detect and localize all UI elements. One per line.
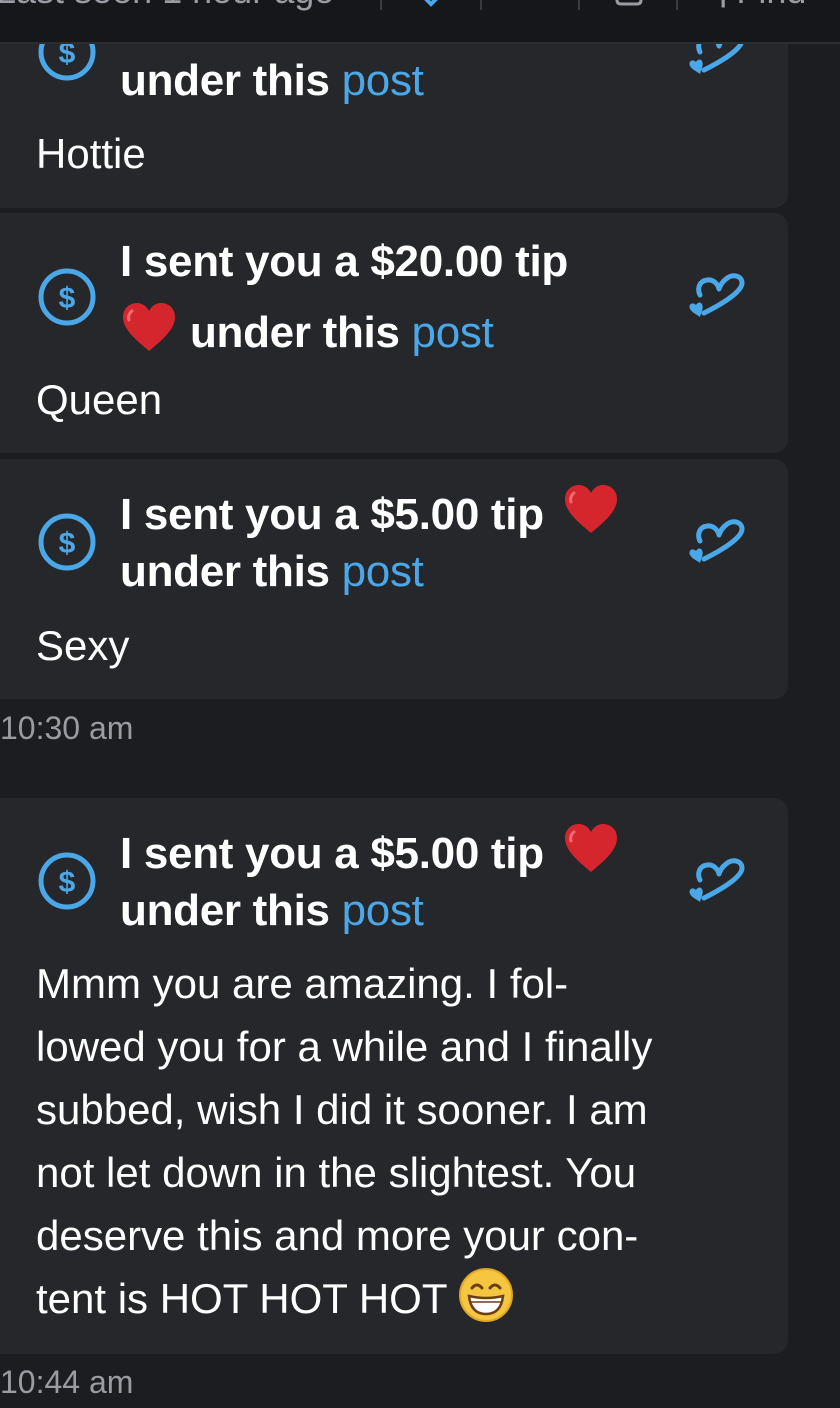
find-label: Find (736, 0, 806, 11)
comment-line: lowed you for a while and I finally (36, 1023, 653, 1070)
heart-outline-icon[interactable] (686, 519, 748, 569)
dollar-circle-icon (37, 851, 97, 911)
tip-line-2: under this post (120, 547, 424, 597)
post-link[interactable]: post (412, 308, 494, 357)
divider (480, 0, 482, 10)
tip-message-4: I sent you a $5.00 tip under this post M… (0, 798, 788, 1354)
tip-text: under this (120, 56, 342, 105)
tip-message-2: I sent you a $20.00 tip under this post … (0, 213, 788, 453)
red-heart-emoji (120, 301, 178, 355)
heart-outline-icon[interactable] (686, 858, 748, 908)
star-icon[interactable] (416, 0, 446, 10)
tip-text: under this (120, 547, 342, 596)
message-comment: Sexy (36, 622, 130, 669)
image-gallery-icon[interactable] (614, 0, 644, 10)
message-comment: Hottie (36, 130, 146, 177)
dollar-circle-icon (37, 512, 97, 572)
comment-line: tent is HOT HOT HOT (36, 1275, 447, 1322)
chat-header: Last seen 1 hour ago ⚲Find (0, 0, 840, 44)
divider (578, 0, 580, 10)
comment-line: subbed, wish I did it sooner. I am (36, 1086, 648, 1133)
comment-line: Mmm you are amazing. I fol- (36, 960, 569, 1007)
message-timestamp: 10:44 am (0, 1364, 134, 1400)
last-seen-status: Last seen 1 hour ago (0, 0, 334, 12)
message-comment: Queen (36, 376, 163, 423)
post-link[interactable]: post (342, 547, 424, 596)
tip-line-1: I sent you a $20.00 tip (120, 237, 568, 286)
tip-text: under this (189, 308, 412, 357)
tip-text: I sent you a $5.00 tip (120, 829, 544, 878)
tip-line-1: I sent you a $5.00 tip (120, 822, 620, 879)
bell-icon[interactable] (516, 0, 546, 10)
tip-text: under this (120, 886, 342, 935)
divider (380, 0, 382, 10)
tip-line-2: under this post (120, 886, 424, 936)
tip-message-3: I sent you a $5.00 tip under this post S… (0, 459, 788, 699)
comment-line-last: tent is HOT HOT HOT (36, 1267, 756, 1330)
message-comment: Mmm you are amazing. I fol- lowed you fo… (36, 952, 756, 1330)
red-heart-emoji (562, 483, 620, 537)
search-icon: ⚲ (710, 0, 736, 11)
post-link[interactable]: post (342, 56, 424, 105)
tip-line-1: I sent you a $5.00 tip (120, 483, 620, 540)
dollar-circle-icon (37, 267, 97, 327)
chat-feed: under this post Hottie I sent you a $20.… (0, 0, 840, 1408)
message-timestamp: 10:30 am (0, 710, 134, 746)
heart-outline-icon[interactable] (686, 273, 748, 323)
grinning-face-emoji (458, 1267, 514, 1323)
post-link[interactable]: post (342, 886, 424, 935)
red-heart-emoji (562, 822, 620, 876)
find-button[interactable]: ⚲Find (710, 0, 806, 12)
tip-line-2: under this post (120, 56, 424, 106)
comment-line: not let down in the slightest. You (36, 1149, 637, 1196)
tip-text: I sent you a $5.00 tip (120, 490, 544, 539)
divider (676, 0, 678, 10)
tip-line-2: under this post (120, 301, 494, 358)
comment-line: deserve this and more your con- (36, 1212, 639, 1259)
